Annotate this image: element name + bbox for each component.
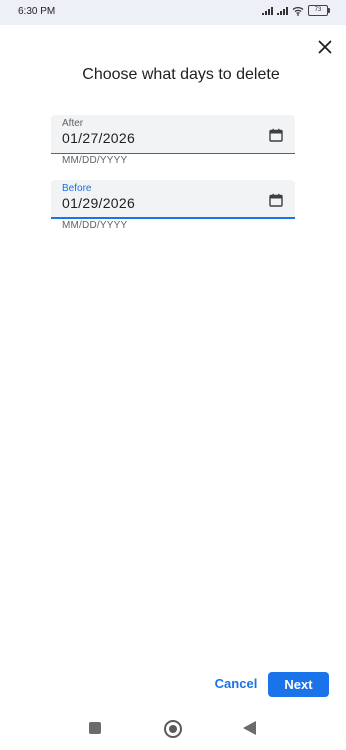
back-icon[interactable] bbox=[243, 721, 256, 735]
before-field-label: Before bbox=[62, 183, 92, 194]
delete-days-dialog: 6:30 PM 73 Choose what days to delete Af… bbox=[0, 0, 346, 750]
signal-icon bbox=[277, 6, 288, 15]
calendar-icon[interactable] bbox=[269, 193, 283, 207]
status-bar: 6:30 PM 73 bbox=[0, 0, 346, 25]
before-field-value[interactable]: 01/29/2026 bbox=[62, 195, 135, 211]
next-button[interactable]: Next bbox=[268, 672, 329, 697]
battery-icon: 73 bbox=[308, 5, 330, 16]
status-icons: 73 bbox=[262, 5, 330, 16]
close-button[interactable] bbox=[314, 36, 336, 58]
before-helper-text: MM/DD/YYYY bbox=[62, 220, 128, 231]
close-icon bbox=[318, 40, 332, 54]
wifi-icon bbox=[292, 6, 304, 16]
after-field-label: After bbox=[62, 118, 84, 129]
cancel-button[interactable]: Cancel bbox=[206, 672, 266, 696]
battery-level: 73 bbox=[314, 7, 322, 13]
signal-icon bbox=[262, 6, 273, 15]
after-date-field[interactable]: After 01/27/2026 bbox=[51, 115, 295, 154]
after-helper-text: MM/DD/YYYY bbox=[62, 155, 128, 166]
status-time: 6:30 PM bbox=[18, 6, 56, 17]
recents-icon[interactable] bbox=[89, 722, 101, 734]
after-field-value[interactable]: 01/27/2026 bbox=[62, 130, 135, 146]
home-icon[interactable] bbox=[164, 720, 182, 738]
page-title: Choose what days to delete bbox=[82, 66, 280, 83]
before-date-field[interactable]: Before 01/29/2026 bbox=[51, 180, 295, 219]
calendar-icon[interactable] bbox=[269, 128, 283, 142]
